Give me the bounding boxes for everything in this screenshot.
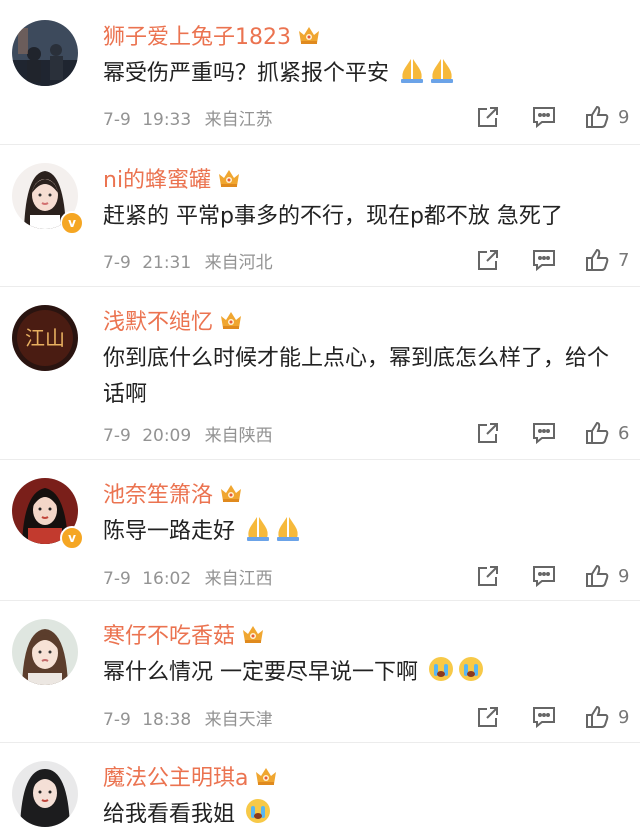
comment-text: 幂受伤严重吗？抓紧报个平安 [103, 56, 622, 96]
name-row: 狮子爱上兔子1823 [103, 18, 321, 52]
comment-location: 来自河北 [204, 253, 273, 273]
comment-date: 7-9 [103, 253, 131, 273]
comment-item: 江山 浅默不缒忆 你到底什么时候才能上点心，幂到底怎么样了，给个话啊 7-9 2… [0, 287, 640, 460]
crown-icon [219, 482, 243, 504]
comment-icon[interactable] [531, 702, 557, 732]
comment-meta: 7-9 20:09 来自陕西 [103, 421, 273, 446]
comment-location: 来自陕西 [204, 426, 273, 446]
verified-badge: v [60, 211, 84, 235]
pray-emoji [428, 56, 456, 96]
name-row: ni的蜂蜜罐 [103, 161, 241, 195]
comment-meta: 7-9 21:31 来自河北 [103, 248, 273, 273]
crown-icon [217, 167, 241, 189]
comment-actions: 9 [476, 102, 634, 132]
comment-meta: 7-9 16:02 来自江西 [103, 564, 273, 589]
comment-date: 7-9 [103, 569, 131, 589]
like-count: 9 [618, 106, 630, 128]
comment-item: v ni的蜂蜜罐 赶紧的 平常p事多的不行，现在p都不放 急死了 7-9 21:… [0, 145, 640, 287]
pray-emoji [274, 514, 302, 554]
comment-meta: 7-9 19:33 来自江苏 [103, 105, 273, 130]
like-count: 7 [618, 249, 630, 271]
like-button[interactable]: 6 [584, 418, 629, 448]
crying-emoji [457, 655, 485, 695]
avatar[interactable] [12, 761, 78, 827]
name-row: 池奈笙箫洛 [103, 476, 243, 510]
like-count: 9 [618, 706, 630, 728]
comment-time: 16:02 [142, 569, 192, 589]
comment-location: 来自江苏 [204, 110, 273, 130]
like-count: 9 [618, 565, 630, 587]
share-icon[interactable] [476, 245, 500, 275]
comment-item: 寒仔不吃香菇 幂什么情况 一定要尽早说一下啊 7-9 18:38 来自天津 9 [0, 601, 640, 743]
username[interactable]: 寒仔不吃香菇 [103, 618, 235, 650]
verified-badge: v [60, 526, 84, 550]
avatar[interactable]: 江山 [12, 305, 78, 371]
comment-icon[interactable] [531, 418, 557, 448]
comment-location: 来自江西 [204, 569, 273, 589]
comment-text: 幂什么情况 一定要尽早说一下啊 [103, 655, 622, 695]
comment-actions: 7 [476, 245, 634, 275]
comment-date: 7-9 [103, 426, 131, 446]
pray-emoji [244, 514, 272, 554]
like-button[interactable]: 9 [584, 561, 629, 591]
comment-meta: 7-9 18:38 来自天津 [103, 705, 273, 730]
comment-location: 来自天津 [204, 710, 273, 730]
share-icon[interactable] [476, 102, 500, 132]
username[interactable]: 池奈笙箫洛 [103, 477, 213, 509]
avatar[interactable] [12, 619, 78, 685]
comment-text: 给我看看我姐 [103, 797, 622, 837]
username[interactable]: 浅默不缒忆 [103, 304, 213, 336]
share-icon[interactable] [476, 702, 500, 732]
avatar[interactable] [12, 20, 78, 86]
comment-item: v 池奈笙箫洛 陈导一路走好 7-9 16:02 来自江西 9 [0, 460, 640, 601]
name-row: 魔法公主明琪a [103, 759, 278, 793]
crying-emoji [427, 655, 455, 695]
crown-icon [297, 24, 321, 46]
name-row: 寒仔不吃香菇 [103, 617, 265, 651]
crown-icon [254, 765, 278, 787]
share-icon[interactable] [476, 418, 500, 448]
username[interactable]: ni的蜂蜜罐 [103, 162, 211, 194]
comment-icon[interactable] [531, 561, 557, 591]
comment-time: 19:33 [142, 110, 192, 130]
comment-actions: 9 [476, 702, 634, 732]
crown-icon [241, 623, 265, 645]
pray-emoji [398, 56, 426, 96]
like-button[interactable]: 7 [584, 245, 629, 275]
comment-actions: 6 [476, 418, 634, 448]
comment-text: 你到底什么时候才能上点心，幂到底怎么样了，给个话啊 [103, 346, 610, 407]
like-button[interactable]: 9 [584, 102, 629, 132]
like-button[interactable]: 9 [584, 702, 629, 732]
comment-time: 21:31 [142, 253, 192, 273]
comment-date: 7-9 [103, 710, 131, 730]
name-row: 浅默不缒忆 [103, 303, 243, 337]
comment-feed: 狮子爱上兔子1823 幂受伤严重吗？抓紧报个平安 7-9 19:33 来自江苏 … [0, 0, 640, 835]
comment-time: 20:09 [142, 426, 192, 446]
comment-actions: 9 [476, 561, 634, 591]
avatar-calligraphy-text: 江山 [25, 326, 65, 350]
comment-text: 赶紧的 平常p事多的不行，现在p都不放 急死了 [103, 204, 563, 229]
share-icon[interactable] [476, 561, 500, 591]
comment-item: 魔法公主明琪a 给我看看我姐 [0, 743, 640, 835]
comment-item: 狮子爱上兔子1823 幂受伤严重吗？抓紧报个平安 7-9 19:33 来自江苏 … [0, 0, 640, 145]
comment-icon[interactable] [531, 102, 557, 132]
comment-date: 7-9 [103, 110, 131, 130]
username[interactable]: 狮子爱上兔子1823 [103, 19, 291, 51]
username[interactable]: 魔法公主明琪a [103, 760, 248, 792]
like-count: 6 [618, 422, 630, 444]
comment-time: 18:38 [142, 710, 192, 730]
comment-icon[interactable] [531, 245, 557, 275]
crown-icon [219, 309, 243, 331]
comment-text: 陈导一路走好 [103, 514, 622, 554]
crying-emoji [244, 797, 272, 837]
